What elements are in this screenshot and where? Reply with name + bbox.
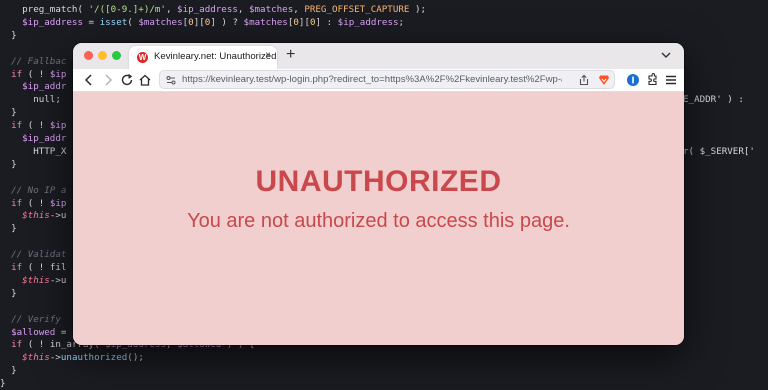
- code-line: null;: [0, 94, 61, 106]
- code-line: }: [0, 107, 17, 119]
- code-line: $this->u: [22, 210, 67, 222]
- code-line-fragment: r( $_SERVER[': [683, 145, 755, 157]
- url-text[interactable]: https://kevinleary.test/wp-login.php?red…: [182, 74, 562, 85]
- password-manager-icon[interactable]: [626, 73, 640, 87]
- wordpress-icon: W: [137, 52, 148, 63]
- code-line: }: [0, 365, 17, 377]
- forward-icon[interactable]: [101, 73, 115, 87]
- back-icon[interactable]: [82, 73, 96, 87]
- address-bar[interactable]: https://kevinleary.test/wp-login.php?red…: [159, 70, 615, 89]
- reload-icon[interactable]: [120, 73, 134, 87]
- tab-active[interactable]: W Kevinleary.net: Unauthorized ×: [129, 46, 277, 69]
- code-line: preg_match( '/([0-9.]+)/m', $ip_address,…: [0, 4, 427, 15]
- share-icon[interactable]: [578, 74, 590, 86]
- code-line: }: [0, 29, 17, 41]
- code-line: $this->u: [22, 274, 67, 286]
- code-line: $allowed =: [11, 326, 72, 338]
- code-line: // Fallbac: [0, 55, 67, 67]
- tab-close-button[interactable]: ×: [265, 50, 271, 61]
- code-line: $ip_address = isset( $matches[0][0] ) ? …: [22, 16, 405, 28]
- code-line: $this->unauthorized();: [22, 352, 144, 364]
- minimize-window-button[interactable]: [98, 51, 107, 60]
- code-line: }: [0, 223, 17, 235]
- site-settings-icon[interactable]: [165, 74, 177, 86]
- code-line: if ( ! fil: [11, 262, 67, 273]
- code-line: if ( ! $ip: [11, 197, 67, 209]
- code-line: $ip_addr: [22, 81, 67, 93]
- code-line: // No IP a: [0, 184, 67, 196]
- code-line-fragment: E_ADDR' ) :: [683, 94, 744, 106]
- zoom-window-button[interactable]: [112, 51, 121, 60]
- chevron-down-icon[interactable]: [660, 49, 672, 61]
- page-message: You are not authorized to access this pa…: [187, 210, 570, 232]
- code-line: // Verify: [0, 313, 61, 325]
- page-title: UNAUTHORIZED: [255, 165, 502, 198]
- code-line: // Validat: [0, 249, 67, 261]
- navigation-toolbar: https://kevinleary.test/wp-login.php?red…: [73, 69, 684, 92]
- code-line: }: [0, 287, 17, 299]
- tab-bar: W Kevinleary.net: Unauthorized × +: [73, 43, 684, 69]
- home-icon[interactable]: [138, 73, 152, 87]
- close-window-button[interactable]: [84, 51, 93, 60]
- browser-window: W Kevinleary.net: Unauthorized × + https…: [73, 43, 684, 345]
- brave-shields-icon[interactable]: [598, 74, 610, 86]
- new-tab-button[interactable]: +: [286, 46, 295, 64]
- tab-title: Kevinleary.net: Unauthorized: [154, 51, 277, 62]
- extensions-icon[interactable]: [645, 73, 659, 87]
- code-line: $ip_addr: [22, 133, 67, 144]
- code-line: }: [0, 378, 6, 390]
- code-line: HTTP_X: [0, 145, 67, 157]
- code-line: if ( ! $ip: [11, 120, 67, 132]
- hamburger-menu-icon[interactable]: [664, 73, 678, 87]
- code-line: if ( ! $ip: [11, 68, 67, 80]
- page-content: UNAUTHORIZED You are not authorized to a…: [73, 92, 684, 345]
- code-line: }: [0, 158, 17, 170]
